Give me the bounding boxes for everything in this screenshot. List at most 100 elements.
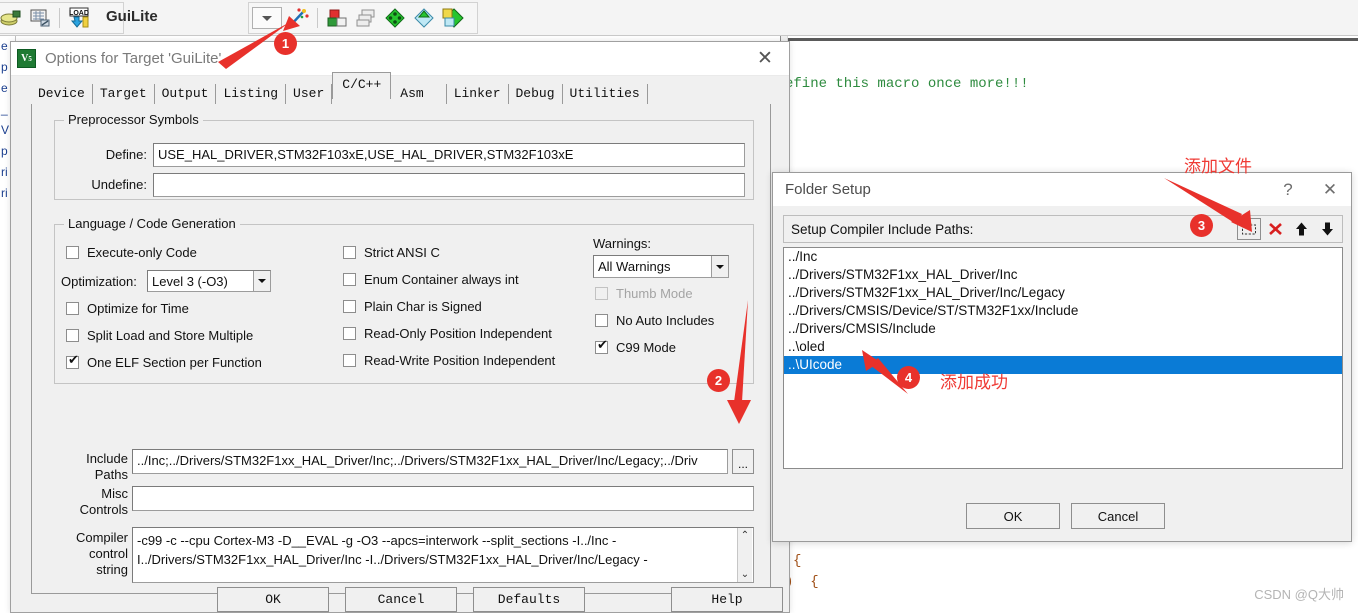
target-combo-down-icon[interactable]: [252, 7, 282, 29]
folder-setup-dialog: Folder Setup ? ✕ Setup Compiler Include …: [772, 172, 1352, 542]
code-line-comment: efine this macro once more!!!: [785, 76, 1029, 92]
preprocessor-legend: Preprocessor Symbols: [64, 112, 203, 127]
csdn-watermark: CSDN @Q大帅: [1254, 584, 1344, 603]
tab-utilities[interactable]: Utilities: [563, 84, 648, 104]
plain-char-signed-checkbox[interactable]: [343, 300, 356, 313]
move-down-icon[interactable]: [1315, 218, 1339, 240]
include-paths-input[interactable]: ../Inc;../Drivers/STM32F1xx_HAL_Driver/I…: [132, 449, 728, 474]
thumb-mode-label: Thumb Mode: [616, 286, 693, 301]
c99-mode-label: C99 Mode: [616, 340, 676, 355]
manage-project-items-icon[interactable]: [324, 5, 350, 31]
build-icon[interactable]: [0, 5, 24, 31]
compiler-control-string-box[interactable]: -c99 -c --cpu Cortex-M3 -D__EVAL -g -O3 …: [132, 527, 754, 583]
read-only-position-independent-checkbox[interactable]: [343, 327, 356, 340]
close-icon-2[interactable]: ✕: [1309, 173, 1351, 206]
define-label: Define:: [69, 147, 147, 162]
options-tabstrip: Device Target Output Listing User C/C++ …: [11, 82, 789, 104]
misc-controls-label-1: Misc: [44, 486, 128, 501]
split-load-store-checkbox[interactable]: [66, 329, 79, 342]
tab-debug[interactable]: Debug: [509, 84, 563, 104]
checkmark-icon: ✔: [68, 354, 79, 367]
help-icon[interactable]: ?: [1267, 173, 1309, 206]
compiler-control-scrollbar[interactable]: ⌃ ⌄: [737, 528, 752, 582]
one-elf-section-label: One ELF Section per Function: [87, 355, 262, 370]
compiler-control-line-1: -c99 -c --cpu Cortex-M3 -D__EVAL -g -O3 …: [137, 531, 749, 550]
manage-run-time-icon[interactable]: [440, 5, 466, 31]
warnings-select[interactable]: All Warnings: [593, 255, 729, 278]
define-input[interactable]: USE_HAL_DRIVER,STM32F103xE,USE_HAL_DRIVE…: [153, 143, 745, 167]
one-elf-section-checkbox[interactable]: ✔: [66, 356, 79, 369]
load-icon[interactable]: LOAD: [66, 5, 92, 31]
options-dialog-title: Options for Target 'GuiLite': [45, 50, 747, 67]
project-target-label: GuiLite: [96, 8, 168, 25]
tab-listing[interactable]: Listing: [216, 84, 286, 104]
no-auto-includes-checkbox[interactable]: [595, 314, 608, 327]
read-write-position-independent-checkbox[interactable]: [343, 354, 356, 367]
toolbar-separator: [59, 8, 60, 28]
keil-target-icon: V5: [17, 49, 36, 68]
editor-split-line: [781, 38, 1358, 41]
move-up-icon[interactable]: [1289, 218, 1313, 240]
scroll-up-icon[interactable]: ⌃: [741, 530, 749, 541]
batch-build-icon[interactable]: [27, 5, 53, 31]
tab-c-cpp[interactable]: C/C++: [332, 72, 391, 99]
undefine-input[interactable]: [153, 173, 745, 197]
include-paths-list[interactable]: ../Inc ../Drivers/STM32F1xx_HAL_Driver/I…: [783, 247, 1343, 469]
tab-device[interactable]: Device: [31, 84, 93, 104]
tab-linker[interactable]: Linker: [447, 84, 509, 104]
tab-target[interactable]: Target: [93, 84, 155, 104]
chevron-down-icon[interactable]: [253, 271, 270, 291]
scroll-down-icon[interactable]: ⌄: [741, 569, 749, 580]
misc-controls-input[interactable]: [132, 486, 754, 511]
enum-container-int-label: Enum Container always int: [364, 272, 519, 287]
language-legend: Language / Code Generation: [64, 216, 240, 231]
tab-user[interactable]: User: [286, 84, 332, 104]
target-options-icon[interactable]: [382, 5, 408, 31]
folder-setup-cancel-button[interactable]: Cancel: [1071, 503, 1165, 529]
misc-controls-label-2: Controls: [44, 502, 128, 517]
c-cpp-tab-panel: Preprocessor Symbols Define: USE_HAL_DRI…: [31, 104, 771, 594]
execute-only-code-checkbox[interactable]: [66, 246, 79, 259]
checkmark-icon-2: ✔: [597, 339, 608, 352]
undefine-label: Undefine:: [63, 177, 147, 192]
chevron-down-icon-2[interactable]: [711, 256, 728, 277]
include-paths-browse-button[interactable]: ...: [732, 449, 754, 474]
configure-icon[interactable]: [411, 5, 437, 31]
c99-mode-checkbox[interactable]: ✔: [595, 341, 608, 354]
magic-wand-icon[interactable]: [285, 5, 311, 31]
optimize-for-time-checkbox[interactable]: [66, 302, 79, 315]
close-icon[interactable]: ✕: [747, 44, 783, 74]
list-item[interactable]: ../Drivers/CMSIS/Device/ST/STM32F1xx/Inc…: [784, 302, 1342, 320]
setup-include-paths-label: Setup Compiler Include Paths:: [787, 222, 1235, 237]
delete-icon[interactable]: [1263, 218, 1287, 240]
include-paths-toolbar: Setup Compiler Include Paths:: [783, 215, 1343, 243]
preprocessor-symbols-group: Preprocessor Symbols Define: USE_HAL_DRI…: [54, 120, 754, 200]
strict-ansi-c-checkbox[interactable]: [343, 246, 356, 259]
help-button[interactable]: Help: [671, 587, 783, 612]
optimization-select[interactable]: Level 3 (-O3): [147, 270, 271, 292]
list-item[interactable]: ../Drivers/STM32F1xx_HAL_Driver/Inc/Lega…: [784, 284, 1342, 302]
ok-button[interactable]: OK: [217, 587, 329, 612]
execute-only-code-label: Execute-only Code: [87, 245, 197, 260]
list-item[interactable]: ..\oled: [784, 338, 1342, 356]
ide-toolbar: LOAD GuiLite: [0, 0, 1358, 36]
list-item[interactable]: ../Drivers/CMSIS/Include: [784, 320, 1342, 338]
defaults-button[interactable]: Defaults: [473, 587, 585, 612]
compiler-control-label-1: Compiler: [40, 530, 128, 545]
optimize-for-time-label: Optimize for Time: [87, 301, 189, 316]
folder-setup-ok-button[interactable]: OK: [966, 503, 1060, 529]
cancel-button[interactable]: Cancel: [345, 587, 457, 612]
new-folder-icon[interactable]: [1237, 218, 1261, 240]
tab-asm[interactable]: Asm: [391, 84, 446, 104]
include-paths-label-1: Include: [52, 451, 128, 466]
list-item-selected[interactable]: ..\UIcode: [784, 356, 1342, 374]
enum-container-int-checkbox[interactable]: [343, 273, 356, 286]
thumb-mode-checkbox: [595, 287, 608, 300]
list-item[interactable]: ../Inc: [784, 248, 1342, 266]
code-line-brace-2: ) {: [785, 574, 819, 590]
options-for-target-dialog: V5 Options for Target 'GuiLite' ✕ Device…: [10, 41, 790, 613]
windows-icon[interactable]: [353, 5, 379, 31]
code-line-brace-1: {: [793, 553, 801, 569]
tab-output[interactable]: Output: [155, 84, 217, 104]
list-item[interactable]: ../Drivers/STM32F1xx_HAL_Driver/Inc: [784, 266, 1342, 284]
